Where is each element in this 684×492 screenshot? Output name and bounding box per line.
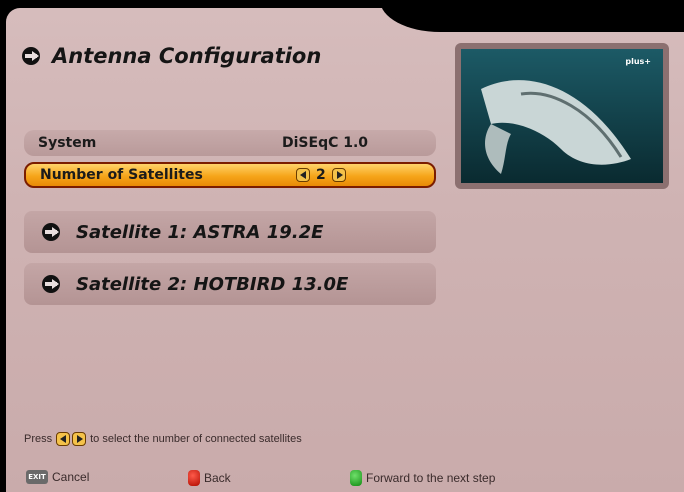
satellite-1-label: Satellite 1: ASTRA 19.2E (76, 221, 324, 243)
footer-bar: EXIT Cancel Back Forward to the next ste… (0, 470, 684, 492)
satellite-2-label: Satellite 2: HOTBIRD 13.0E (76, 273, 349, 295)
back-button[interactable]: Back (188, 470, 231, 486)
hint-prefix: Press (24, 433, 53, 445)
title-row: Antenna Configuration (22, 44, 321, 68)
green-button-icon (350, 470, 362, 486)
page-title: Antenna Configuration (52, 44, 322, 68)
right-arrow-key-icon (72, 432, 87, 446)
arrow-right-icon (42, 223, 60, 241)
arrow-right-icon (22, 47, 40, 65)
satellites-stepper[interactable]: 2 (296, 167, 346, 183)
preview-video: plus+ (461, 49, 663, 183)
cancel-label: Cancel (52, 470, 90, 484)
right-arrow-key-icon[interactable] (331, 168, 346, 182)
cancel-button[interactable]: EXIT Cancel (26, 470, 89, 484)
satellites-count: 2 (316, 167, 326, 183)
back-label: Back (204, 471, 231, 485)
system-row[interactable]: System DiSEqC 1.0 (24, 130, 436, 156)
satellite-2-button[interactable]: Satellite 2: HOTBIRD 13.0E (24, 263, 436, 305)
tv-preview: plus+ (455, 43, 669, 189)
red-button-icon (188, 470, 200, 486)
channel-logo: plus+ (625, 57, 651, 66)
forward-button[interactable]: Forward to the next step (350, 470, 495, 486)
system-value: DiSEqC 1.0 (282, 135, 369, 151)
left-arrow-key-icon (56, 432, 71, 446)
forward-label: Forward to the next step (366, 471, 496, 485)
arrow-right-icon (42, 275, 60, 293)
top-notch (380, 0, 684, 32)
satellite-1-button[interactable]: Satellite 1: ASTRA 19.2E (24, 211, 436, 253)
number-of-satellites-label: Number of Satellites (40, 167, 203, 183)
preview-image (461, 49, 663, 183)
exit-key-icon: EXIT (26, 470, 48, 484)
left-arrow-key-icon[interactable] (296, 168, 310, 182)
hint-text: Press to select the number of connected … (24, 432, 302, 446)
number-of-satellites-row[interactable]: Number of Satellites 2 (24, 162, 436, 188)
hint-suffix: to select the number of connected satell… (90, 433, 302, 445)
system-label: System (38, 135, 97, 151)
